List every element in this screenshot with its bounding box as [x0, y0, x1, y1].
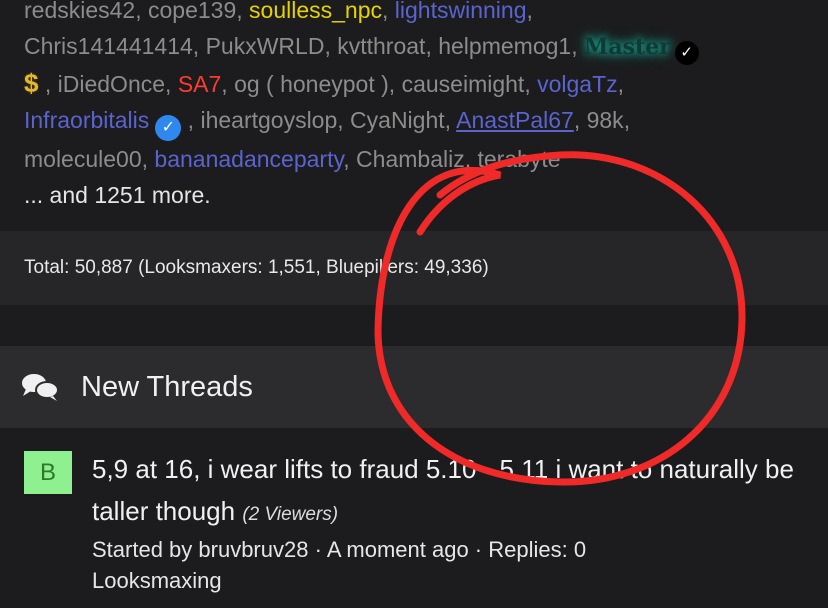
username-link[interactable]: Master [584, 34, 671, 60]
online-users-line: Chris141441414, PukxWRLD, kvtthroat, hel… [24, 28, 814, 65]
username-separator: , [425, 33, 439, 59]
thread-viewers: (2 Viewers) [242, 504, 339, 525]
username-link[interactable]: lightswinning [395, 0, 527, 23]
thread-author-link[interactable]: bruvbruv28 [198, 537, 308, 562]
username-link[interactable]: iDiedOnce [58, 71, 165, 97]
username-separator: , [192, 33, 206, 59]
username-separator: , [573, 107, 587, 133]
username-link[interactable]: AnastPal67 [456, 107, 574, 133]
started-by-label: Started by [92, 537, 199, 562]
meta-separator: · [468, 537, 489, 562]
avatar[interactable]: B [24, 451, 72, 494]
thread-forum-link[interactable]: Looksmaxing [92, 568, 222, 594]
username-link[interactable]: volgaTz [537, 71, 618, 97]
username-separator: , [181, 107, 201, 133]
username-link[interactable]: soulless_npc [249, 0, 382, 23]
username-link[interactable]: molecule00 [24, 146, 142, 172]
username-link[interactable]: bananadanceparty [154, 146, 343, 172]
thread-title[interactable]: 5,9 at 16, i wear lifts to fraud 5.10 - … [92, 448, 812, 536]
username-separator: , [236, 0, 250, 23]
thread-meta: Started by bruvbruv28 · A moment ago · R… [92, 532, 586, 568]
username-link[interactable]: causeimight [402, 71, 525, 97]
username-separator: , [343, 146, 357, 172]
username-separator: , [464, 146, 478, 172]
username-link[interactable]: cope139 [148, 0, 236, 23]
username-separator: , [141, 146, 155, 172]
username-link[interactable]: helpmemog1 [438, 33, 571, 59]
comments-icon [22, 374, 59, 401]
online-users-list: redskies42, cope139, soulless_npc, light… [24, 0, 814, 213]
thread-replies: Replies: 0 [488, 537, 587, 562]
username-link[interactable]: SA7 [178, 71, 221, 97]
dollar-icon: $ [24, 68, 39, 98]
username-separator: , [135, 0, 149, 23]
thread-time-link[interactable]: A moment ago [327, 537, 469, 562]
username-separator: , [324, 33, 338, 59]
more-users-text: ... and 1251 more. [24, 182, 211, 208]
username-link[interactable]: 98k [587, 107, 624, 133]
username-separator: , [623, 107, 631, 133]
username-separator: , [388, 71, 402, 97]
online-totals: Total: 50,887 (Looksmaxers: 1,551, Bluep… [24, 257, 489, 278]
username-link[interactable]: kvtthroat [337, 33, 425, 59]
username-link[interactable]: terabyte [477, 146, 560, 172]
username-separator: , [38, 71, 58, 97]
username-link[interactable]: CyaNight [350, 107, 445, 133]
username-link[interactable]: Chris141441414 [24, 33, 193, 59]
username-separator: , [617, 71, 625, 97]
section-gap [0, 305, 828, 346]
online-users-line: Infraorbitalis ✓ , iheartgoyslop, CyaNigh… [24, 102, 814, 141]
username-link[interactable]: Chambaliz [356, 146, 465, 172]
verified-check-icon: ✓ [674, 41, 699, 65]
username-link[interactable]: PukxWRLD [206, 33, 325, 59]
verified-check-icon: ✓ [155, 115, 182, 141]
username-link[interactable]: Infraorbitalis [24, 107, 149, 133]
username-separator: , [382, 0, 395, 23]
username-separator: , [165, 71, 178, 97]
username-link[interactable]: og ( honeypot ) [234, 71, 389, 97]
meta-separator: · [308, 537, 327, 562]
online-users-block: redskies42, cope139, soulless_npc, light… [0, 0, 828, 230]
username-separator: , [337, 107, 351, 133]
thread-title-text[interactable]: 5,9 at 16, i wear lifts to fraud 5.10 - … [92, 454, 794, 526]
username-separator: , [571, 33, 584, 59]
username-separator: , [444, 107, 457, 133]
username-separator: , [524, 71, 538, 97]
online-users-line: redskies42, cope139, soulless_npc, light… [24, 0, 814, 28]
new-threads-title[interactable]: New Threads [81, 371, 253, 404]
online-users-line: molecule00, bananadanceparty, Chambaliz,… [24, 141, 814, 177]
online-users-line: $ , iDiedOnce, SA7, og ( honeypot ), cau… [24, 65, 814, 102]
username-link[interactable]: iheartgoyslop [200, 107, 337, 133]
username-link[interactable]: redskies42 [24, 0, 135, 23]
username-separator: , [526, 0, 533, 23]
username-separator: , [221, 71, 235, 97]
